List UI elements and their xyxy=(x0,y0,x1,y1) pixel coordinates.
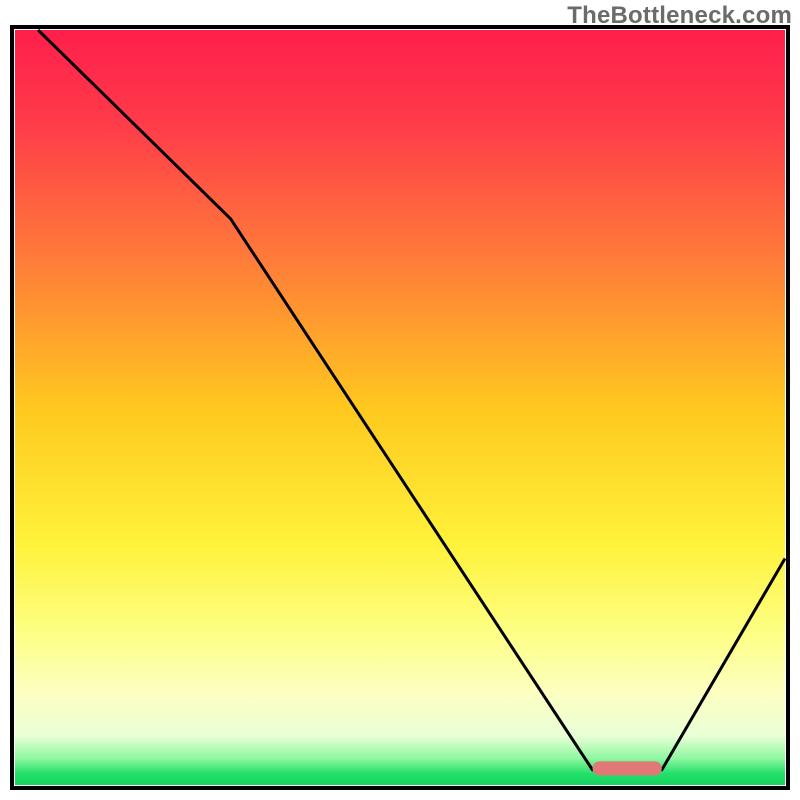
watermark-text: TheBottleneck.com xyxy=(567,2,792,30)
bottleneck-chart xyxy=(0,0,800,800)
optimal-range-marker xyxy=(593,761,662,775)
heatmap-background xyxy=(15,30,785,785)
chart-container: TheBottleneck.com xyxy=(0,0,800,800)
